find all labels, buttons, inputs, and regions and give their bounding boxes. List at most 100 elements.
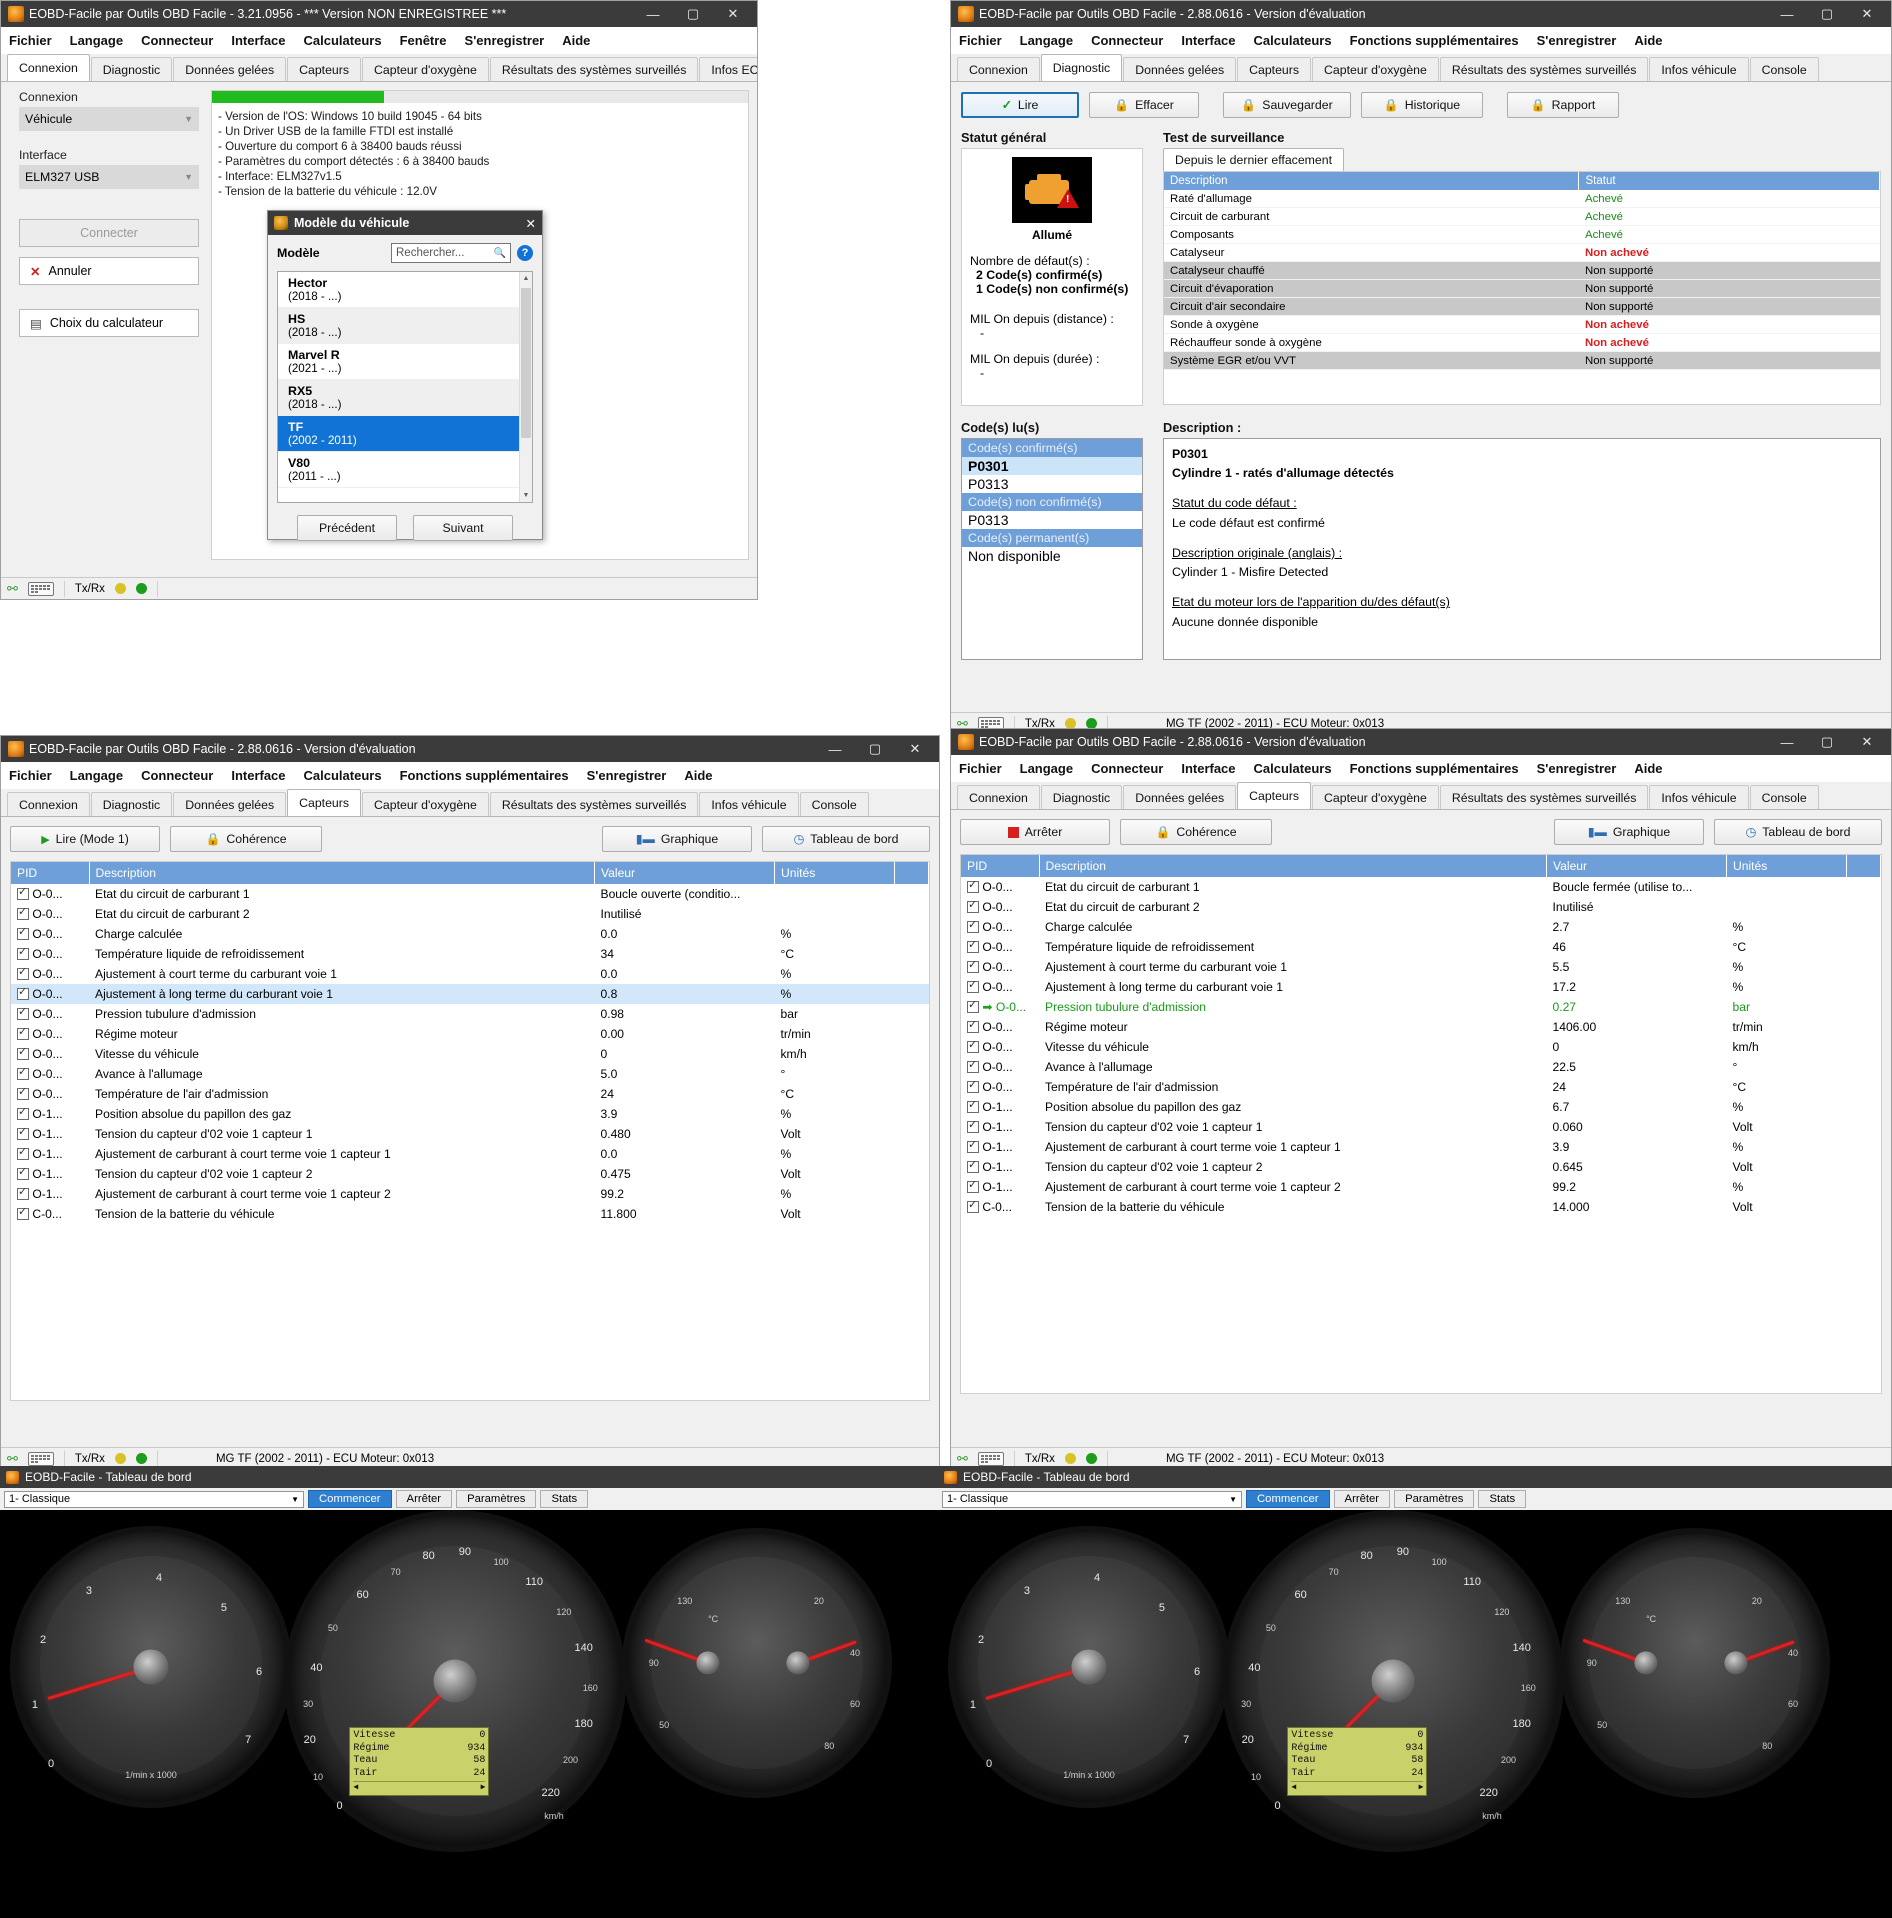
list-item-selected[interactable]: TF (2002 - 2011): [278, 416, 532, 452]
table-row[interactable]: O-0...Température de l'air d'admission24…: [11, 1084, 929, 1104]
table-row[interactable]: O-1...Position absolue du papillon des g…: [961, 1097, 1881, 1117]
tab-donnees-gelees[interactable]: Données gelées: [1123, 785, 1236, 809]
table-row[interactable]: O-0...Régime moteur0.00tr/min: [11, 1024, 929, 1044]
tab-diagnostic[interactable]: Diagnostic: [1041, 54, 1122, 81]
row-checkbox[interactable]: [967, 1161, 979, 1173]
row-checkbox[interactable]: [17, 948, 29, 960]
tab-console[interactable]: Console: [1750, 57, 1819, 81]
tab-connexion[interactable]: Connexion: [957, 785, 1040, 809]
lcd-next-icon[interactable]: ▶: [481, 1783, 486, 1793]
table-row[interactable]: O-0...Température liquide de refroidisse…: [11, 944, 929, 964]
tab-capteurs[interactable]: Capteurs: [1237, 782, 1311, 809]
list-item[interactable]: V80 (2011 - ...): [278, 452, 532, 488]
row-checkbox[interactable]: [17, 1188, 29, 1200]
table-row[interactable]: O-0...Régime moteur1406.00tr/min: [961, 1017, 1881, 1037]
row-checkbox[interactable]: [967, 981, 979, 993]
menu-fichier[interactable]: Fichier: [959, 761, 1002, 776]
menu-interface[interactable]: Interface: [1181, 761, 1235, 776]
lcd-nav[interactable]: ◀ ▶: [353, 1781, 485, 1793]
table-row[interactable]: O-0...Vitesse du véhicule0km/h: [11, 1044, 929, 1064]
preset-select[interactable]: 1- Classique ▼: [942, 1491, 1242, 1508]
table-row[interactable]: O-1...Tension du capteur d'02 voie 1 cap…: [11, 1164, 929, 1184]
tableau-bord-button[interactable]: ◷ Tableau de bord: [762, 826, 930, 852]
table-row[interactable]: C-0...Tension de la batterie du véhicule…: [961, 1197, 1881, 1217]
close-button[interactable]: ✕: [1847, 1, 1887, 27]
stats-button[interactable]: Stats: [540, 1490, 588, 1508]
row-checkbox[interactable]: [967, 1121, 979, 1133]
menu-senregistrer[interactable]: S'enregistrer: [1537, 761, 1617, 776]
tab-resultats-systemes[interactable]: Résultats des systèmes surveillés: [490, 792, 699, 816]
row-checkbox[interactable]: [967, 881, 979, 893]
annuler-button[interactable]: ✕ Annuler: [19, 257, 199, 285]
sauvegarder-button[interactable]: 🔒 Sauvegarder: [1223, 92, 1351, 118]
connexion-select[interactable]: Véhicule ▼: [19, 107, 199, 131]
menu-interface[interactable]: Interface: [231, 33, 285, 48]
tab-capteur-oxygene[interactable]: Capteur d'oxygène: [1312, 57, 1439, 81]
scroll-down-icon[interactable]: ▼: [520, 489, 532, 502]
tab-donnees-gelees[interactable]: Données gelées: [1123, 57, 1236, 81]
table-row[interactable]: Circuit d'évaporationNon supporté: [1164, 280, 1880, 298]
tab-connexion[interactable]: Connexion: [7, 54, 90, 81]
menu-fichier[interactable]: Fichier: [9, 33, 52, 48]
row-checkbox[interactable]: [967, 1001, 979, 1013]
row-checkbox[interactable]: [17, 1128, 29, 1140]
dialog-close-icon[interactable]: ✕: [526, 216, 536, 231]
choix-calculateur-button[interactable]: ▤ Choix du calculateur: [19, 309, 199, 337]
close-button[interactable]: ✕: [895, 736, 935, 762]
table-row[interactable]: O-1...Ajustement de carburant à court te…: [11, 1144, 929, 1164]
scrollbar-thumb[interactable]: [521, 288, 531, 438]
table-row[interactable]: C-0...Tension de la batterie du véhicule…: [11, 1204, 929, 1224]
table-row[interactable]: O-1...Position absolue du papillon des g…: [11, 1104, 929, 1124]
row-checkbox[interactable]: [967, 1061, 979, 1073]
close-button[interactable]: ✕: [1847, 729, 1887, 755]
table-row[interactable]: O-0...Température de l'air d'admission24…: [961, 1077, 1881, 1097]
code-item[interactable]: Non disponible: [962, 547, 1142, 565]
tab-capteurs[interactable]: Capteurs: [1237, 57, 1311, 81]
menu-calculateurs[interactable]: Calculateurs: [304, 33, 382, 48]
menu-langage[interactable]: Langage: [1020, 33, 1073, 48]
table-row[interactable]: Réchauffeur sonde à oxygèneNon achevé: [1164, 334, 1880, 352]
list-item[interactable]: Hector (2018 - ...): [278, 272, 532, 308]
graphique-button[interactable]: ▮▬ Graphique: [602, 826, 752, 852]
menu-langage[interactable]: Langage: [70, 768, 123, 783]
interface-select[interactable]: ELM327 USB ▼: [19, 165, 199, 189]
row-checkbox[interactable]: [17, 928, 29, 940]
lcd-next-icon[interactable]: ▶: [1419, 1783, 1424, 1793]
menu-fonctions-supplementaires[interactable]: Fonctions supplémentaires: [400, 768, 569, 783]
menu-calculateurs[interactable]: Calculateurs: [304, 768, 382, 783]
tab-donnees-gelees[interactable]: Données gelées: [173, 792, 286, 816]
parametres-button[interactable]: Paramètres: [456, 1490, 536, 1508]
code-item-selected[interactable]: P0301: [962, 457, 1142, 475]
tab-console[interactable]: Console: [800, 792, 869, 816]
tab-infos-vehicule[interactable]: Infos véhicule: [1649, 57, 1748, 81]
maximize-button[interactable]: ▢: [855, 736, 895, 762]
tableau-bord-button[interactable]: ◷ Tableau de bord: [1714, 819, 1882, 845]
precedent-button[interactable]: Précédent: [297, 515, 397, 541]
tab-donnees-gelees[interactable]: Données gelées: [173, 57, 286, 81]
table-row[interactable]: O-0...Charge calculée2.7%: [961, 917, 1881, 937]
arreter-button[interactable]: Arrêter: [396, 1490, 453, 1508]
tab-capteurs[interactable]: Capteurs: [287, 57, 361, 81]
table-row[interactable]: Catalyseur chaufféNon supporté: [1164, 262, 1880, 280]
minimize-button[interactable]: —: [633, 1, 673, 27]
table-row[interactable]: Circuit de carburantAchevé: [1164, 208, 1880, 226]
menu-senregistrer[interactable]: S'enregistrer: [587, 768, 667, 783]
row-checkbox[interactable]: [967, 941, 979, 953]
menu-fichier[interactable]: Fichier: [9, 768, 52, 783]
row-checkbox[interactable]: [967, 901, 979, 913]
table-row[interactable]: O-0...Etat du circuit de carburant 1Bouc…: [961, 877, 1881, 897]
table-row[interactable]: O-0...Charge calculée0.0%: [11, 924, 929, 944]
code-item[interactable]: P0313: [962, 475, 1142, 493]
menu-senregistrer[interactable]: S'enregistrer: [1537, 33, 1617, 48]
list-item[interactable]: RX5 (2018 - ...): [278, 380, 532, 416]
table-row[interactable]: O-1...Ajustement de carburant à court te…: [961, 1177, 1881, 1197]
minimize-button[interactable]: —: [1767, 1, 1807, 27]
list-item[interactable]: Marvel R (2021 - ...): [278, 344, 532, 380]
menu-aide[interactable]: Aide: [1634, 761, 1662, 776]
tab-connexion[interactable]: Connexion: [957, 57, 1040, 81]
row-checkbox[interactable]: [967, 961, 979, 973]
stats-button[interactable]: Stats: [1478, 1490, 1526, 1508]
coherence-button[interactable]: 🔒 Cohérence: [1120, 819, 1272, 845]
historique-button[interactable]: 🔒 Historique: [1361, 92, 1483, 118]
tab-diagnostic[interactable]: Diagnostic: [91, 57, 172, 81]
